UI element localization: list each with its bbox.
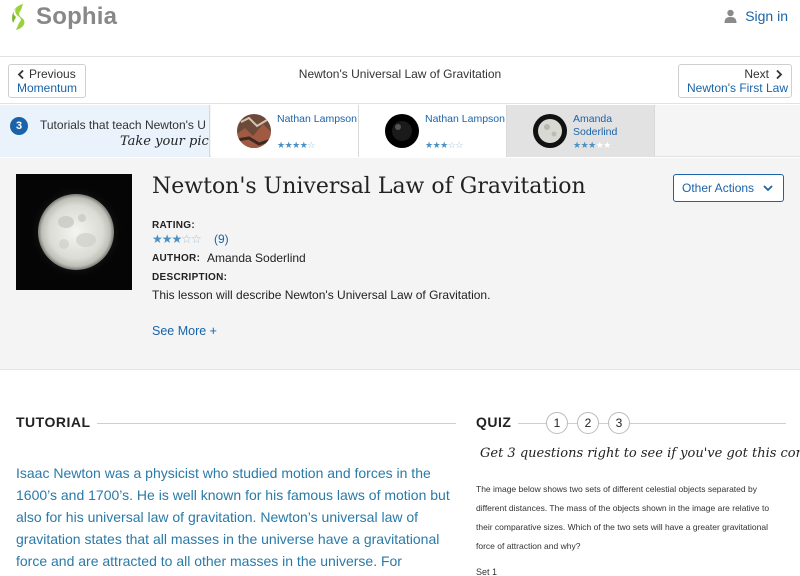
author-name: Amanda Soderlind [207, 251, 306, 265]
other-actions-label: Other Actions [682, 181, 755, 195]
next-lesson-title: Newton's First Law [687, 81, 788, 95]
sign-in-link[interactable]: Sign in [724, 8, 788, 24]
rating-label: RATING: [152, 220, 196, 231]
take-your-pick-label: Take your pick: [120, 134, 209, 149]
tutorials-strip: 3 Tutorials that teach Newton's U Take y… [0, 105, 800, 157]
rating-count-link[interactable]: (9) [214, 232, 229, 246]
tutorial-author: Nathan Lampson [425, 113, 505, 125]
quiz-question-1-button[interactable]: 1 [546, 412, 568, 434]
other-actions-dropdown[interactable]: Other Actions [673, 174, 784, 202]
chevron-down-icon [763, 175, 773, 201]
tutorial-heading: TUTORIAL [16, 414, 91, 430]
next-label: Next [687, 67, 783, 81]
tutorials-label: Tutorials that teach Newton's U [40, 118, 206, 132]
rating-stars: ★★★☆☆ [152, 232, 202, 246]
lesson-title: Newton's Universal Law of Gravitation [152, 174, 586, 199]
tutorial-thumbnail [385, 114, 419, 148]
brand-name: Sophia [36, 3, 118, 30]
tutorial-card-nathan-1[interactable]: Nathan Lampson ★★★★☆ [211, 105, 359, 157]
previous-lesson-title: Momentum [17, 81, 78, 95]
site-header: Sophia Sign in [0, 0, 800, 57]
lesson-image [16, 174, 132, 290]
lesson-navbar: Previous Momentum Newton's Universal Law… [0, 58, 800, 104]
tutorial-thumbnail [533, 114, 567, 148]
next-lesson-button[interactable]: Next Newton's First Law [678, 64, 792, 98]
tutorial-card-amanda[interactable]: Amanda Soderlind ★★★★★ [507, 105, 655, 157]
lesson-info-panel: Newton's Universal Law of Gravitation Ot… [0, 158, 800, 370]
user-icon [724, 9, 737, 23]
quiz-set-label: Set 1 [476, 567, 498, 576]
tutorial-author: Amanda Soderlind [573, 113, 618, 138]
sign-in-label: Sign in [745, 8, 788, 24]
quiz-question-2-button[interactable]: 2 [577, 412, 599, 434]
tutorial-card-nathan-2[interactable]: Nathan Lampson ★★★☆☆ [359, 105, 507, 157]
chevron-right-icon [776, 69, 783, 80]
next-text: Next [744, 67, 769, 81]
quiz-question-text: The image below shows two sets of differ… [476, 484, 770, 551]
quiz-question-3-button[interactable]: 3 [608, 412, 630, 434]
quiz-heading: QUIZ [476, 414, 512, 430]
tutorial-rating-stars: ★★★☆☆ [425, 140, 463, 150]
quiz-tagline: Get 3 questions right to see if you've g… [480, 446, 800, 461]
description-label: DESCRIPTION: [152, 272, 228, 283]
tutorial-thumbnail [237, 114, 271, 148]
tutorial-count-badge: 3 [10, 117, 28, 135]
tutorial-author: Nathan Lampson [277, 113, 357, 125]
see-more-link[interactable]: See More + [152, 324, 217, 338]
author-label: AUTHOR: [152, 253, 201, 264]
tutorials-count-panel: 3 Tutorials that teach Newton's U Take y… [0, 105, 210, 157]
tutorial-rating-stars: ★★★★★ [573, 140, 611, 150]
tutorial-divider [97, 423, 456, 424]
sophia-logo-icon [12, 4, 25, 30]
sophia-logo[interactable]: Sophia [9, 3, 117, 31]
tutorial-rating-stars: ★★★★☆ [277, 140, 315, 150]
tutorial-body-text: Isaac Newton was a physicist who studied… [16, 465, 450, 576]
lesson-description: This lesson will describe Newton's Unive… [152, 288, 491, 302]
